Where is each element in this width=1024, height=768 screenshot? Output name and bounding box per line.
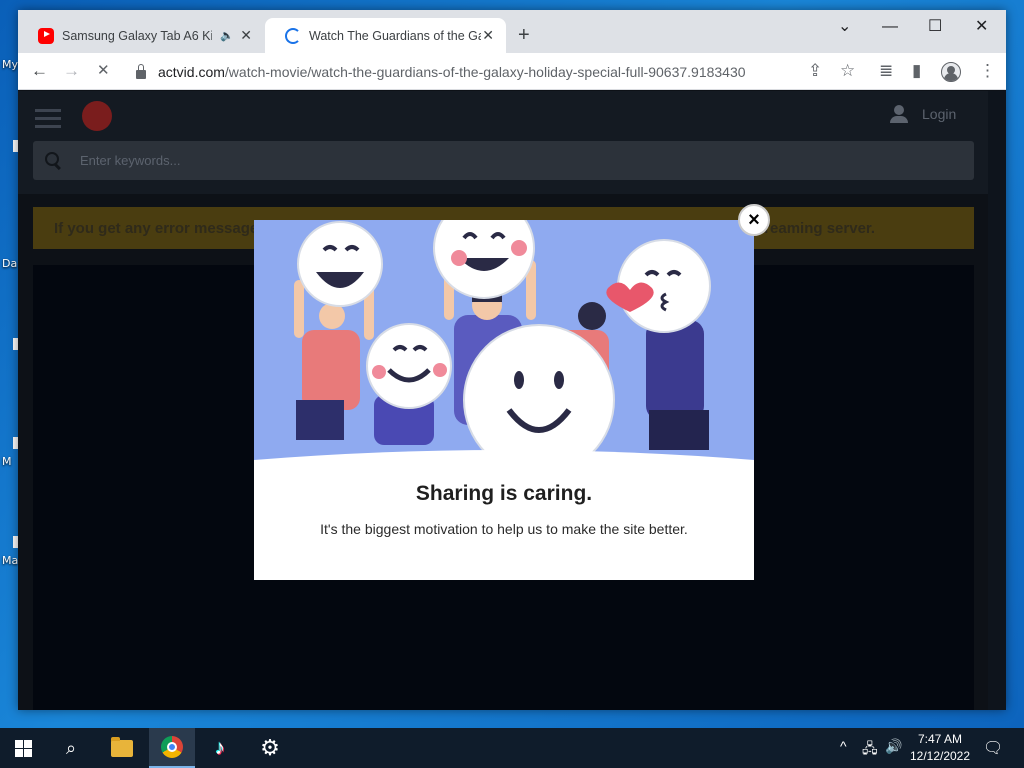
tab-close-icon[interactable]: ✕ <box>482 27 494 44</box>
notification-icon[interactable]: 🗨 <box>983 738 1003 758</box>
browser-toolbar: ← → ✕ actvid.com/watch-movie/watch-the-g… <box>18 53 1006 90</box>
clock-time: 7:47 AM <box>917 732 963 746</box>
share-icon[interactable]: ⇪ <box>808 59 822 83</box>
start-button[interactable] <box>0 728 46 768</box>
taskbar-tiktok[interactable]: ♪ <box>197 728 243 768</box>
page-scrollbar[interactable] <box>988 91 1006 710</box>
network-icon[interactable]: 🖧 <box>862 738 878 762</box>
tab-strip: Samsung Galaxy Tab A6 Kill s 🔈 ✕ Watch T… <box>18 10 1006 53</box>
folder-icon <box>111 736 133 757</box>
reading-list-icon[interactable]: ≣ <box>879 59 893 83</box>
taskbar-chrome[interactable] <box>149 728 195 768</box>
address-bar[interactable]: actvid.com/watch-movie/watch-the-guardia… <box>128 57 864 86</box>
taskbar-settings[interactable]: ⚙ <box>247 728 293 768</box>
login-label: Login <box>922 106 957 122</box>
taskbar: ⌕ ♪ ⚙ ^ 🖧 🔊 7:47 AM 12/12/2022 🗨 <box>0 728 1024 768</box>
browser-window: Samsung Galaxy Tab A6 Kill s 🔈 ✕ Watch T… <box>18 10 1006 710</box>
url-host: actvid.com <box>158 63 225 80</box>
desktop-icon-label[interactable]: M <box>2 455 12 468</box>
back-arrow-icon[interactable]: ← <box>31 59 48 83</box>
taskbar-clock[interactable]: 7:47 AM 12/12/2022 <box>905 731 975 765</box>
desktop-icon-label[interactable]: My <box>2 58 18 71</box>
gear-icon: ⚙ <box>260 735 280 760</box>
hamburger-menu-icon[interactable] <box>35 109 61 129</box>
modal-text: It's the biggest motivation to help us t… <box>320 521 688 537</box>
site-logo[interactable] <box>82 101 112 131</box>
chrome-icon <box>161 736 183 758</box>
taskbar-file-explorer[interactable] <box>99 728 145 768</box>
tab-title: Watch The Guardians of the Gala <box>309 28 481 43</box>
bookmark-star-icon[interactable]: ☆ <box>840 59 855 83</box>
speaker-icon[interactable]: 🔈 <box>220 29 234 42</box>
site-header: Login <box>18 91 988 194</box>
tray-chevron-icon[interactable]: ^ <box>840 738 847 754</box>
url-path: /watch-movie/watch-the-guardians-of-the-… <box>224 63 746 80</box>
modal-close-button[interactable]: × <box>738 204 770 236</box>
side-panel-icon[interactable]: ▮ <box>912 59 921 83</box>
minimize-button[interactable]: — <box>882 14 898 40</box>
tab-search-chevron-icon[interactable]: ⌄ <box>838 14 851 40</box>
tab-close-icon[interactable]: ✕ <box>240 27 252 44</box>
share-modal: Sharing is caring. It's the biggest moti… <box>254 220 754 580</box>
new-tab-button[interactable]: + <box>518 24 530 46</box>
login-link[interactable]: Login <box>890 105 956 123</box>
browser-menu-icon[interactable]: ⋮ <box>979 59 996 83</box>
web-page: Login If you get any error message when … <box>18 91 1006 710</box>
windows-logo-icon <box>14 739 32 757</box>
desktop-icon-label[interactable]: Da <box>2 257 17 270</box>
profile-avatar-icon[interactable] <box>941 62 961 82</box>
tab-title: Samsung Galaxy Tab A6 Kill s <box>62 28 212 43</box>
lock-icon[interactable] <box>136 63 146 79</box>
modal-title: Sharing is caring. <box>415 482 593 505</box>
desktop-icon-label[interactable]: Ma <box>2 554 18 567</box>
search-input[interactable] <box>80 153 880 168</box>
maximize-button[interactable]: ☐ <box>928 14 942 40</box>
user-icon <box>890 105 908 123</box>
loading-spinner-icon <box>285 27 301 44</box>
search-icon: ⌕ <box>65 737 77 758</box>
sharing-illustration <box>254 220 754 465</box>
tab-guardians-movie[interactable]: Watch The Guardians of the Gala ✕ <box>265 18 506 53</box>
tiktok-icon: ♪ <box>215 736 225 759</box>
site-search-box[interactable] <box>33 141 974 180</box>
tab-samsung-video[interactable]: Samsung Galaxy Tab A6 Kill s 🔈 ✕ <box>18 18 264 53</box>
taskbar-search-button[interactable]: ⌕ <box>48 728 94 768</box>
clock-date: 12/12/2022 <box>909 749 971 763</box>
stop-loading-icon[interactable]: ✕ <box>97 59 110 83</box>
window-close-button[interactable]: ✕ <box>975 14 988 40</box>
forward-arrow-icon[interactable]: → <box>63 59 80 83</box>
youtube-favicon-icon <box>38 27 54 44</box>
search-icon[interactable] <box>45 152 62 169</box>
volume-icon[interactable]: 🔊 <box>885 738 902 755</box>
